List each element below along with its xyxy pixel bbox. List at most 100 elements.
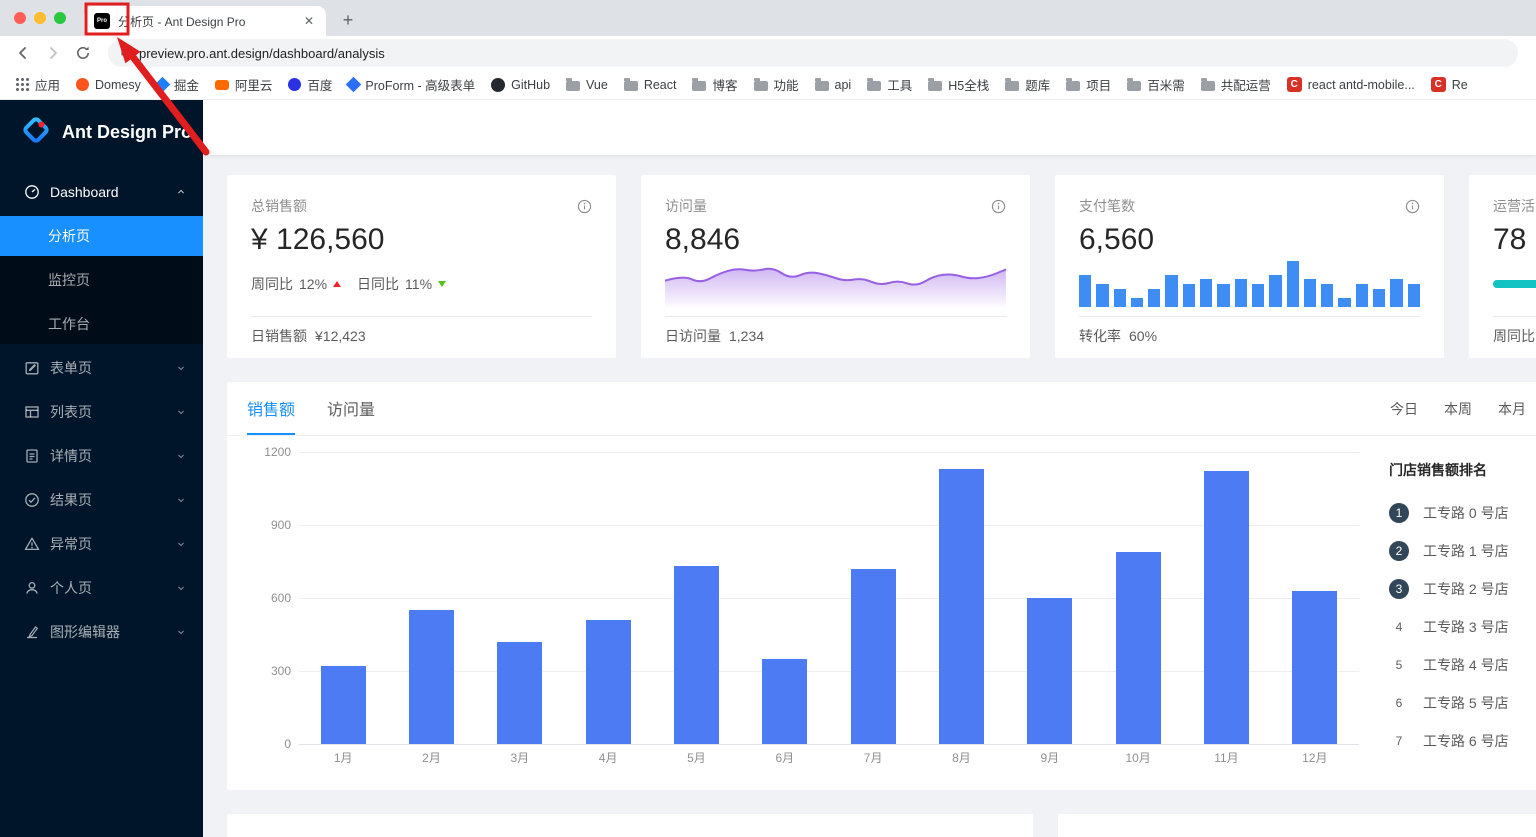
bookmark-item[interactable]: H5全栈	[920, 73, 997, 97]
x-tick-label: 6月	[775, 750, 795, 765]
stat-card-visits: 访问量 8,846 日访问量 1,234	[641, 175, 1030, 358]
bookmark-item[interactable]: 应用	[8, 73, 68, 97]
new-tab-button[interactable]: +	[334, 6, 362, 34]
info-icon[interactable]	[577, 199, 592, 214]
reload-button[interactable]	[70, 40, 96, 66]
divider	[665, 316, 1006, 317]
sidebar-item-form[interactable]: 表单页	[0, 348, 203, 388]
sidebar-item-label: 个人页	[50, 580, 92, 596]
tab-sales[interactable]: 销售额	[247, 382, 296, 435]
zoom-window-button[interactable]	[54, 12, 66, 24]
mini-bar	[1269, 274, 1282, 307]
tab-visits[interactable]: 访问量	[327, 382, 375, 435]
bookmark-item[interactable]: React	[616, 73, 685, 97]
dashboard-icon	[24, 184, 40, 200]
bookmark-item[interactable]: 题库	[997, 73, 1058, 97]
store-name: 工专路 2 号店	[1423, 581, 1509, 597]
bar	[1115, 551, 1161, 744]
store-name: 工专路 6 号店	[1423, 733, 1509, 749]
sidebar-item-analysis[interactable]: 分析页	[0, 216, 203, 256]
app-logo[interactable]: Ant Design Pro	[0, 100, 203, 164]
browser-tab[interactable]: Pro 分析页 - Ant Design Pro ✕	[84, 6, 326, 36]
back-button[interactable]	[10, 40, 36, 66]
bookmark-item[interactable]: 掘金	[149, 73, 207, 97]
bar	[585, 619, 631, 744]
bookmark-item[interactable]: Creact antd-mobile...	[1279, 73, 1423, 97]
bookmark-item[interactable]: Domesy	[68, 73, 149, 97]
info-icon[interactable]	[991, 199, 1006, 214]
close-window-button[interactable]	[14, 12, 26, 24]
sidebar-item-result[interactable]: 结果页	[0, 480, 203, 520]
bar	[673, 566, 719, 744]
divider	[1079, 316, 1420, 317]
url-bar[interactable]: preview.pro.ant.design/dashboard/analysi…	[108, 39, 1518, 67]
bookmark-item[interactable]: GitHub	[483, 73, 558, 97]
chevron-down-icon	[175, 582, 187, 594]
sidebar-item-profile[interactable]: 详情页	[0, 436, 203, 476]
chevron-down-icon	[175, 626, 187, 638]
bookmark-item[interactable]: 共配运营	[1193, 73, 1279, 97]
mini-bar	[1373, 288, 1386, 307]
bookmark-item[interactable]: 百米需	[1119, 73, 1193, 97]
sales-card-body: 0 300 600 900 1200 1月 2月 3月 4月 5月 6月 7月 8月 9月 10月 11月 1…	[227, 436, 1536, 790]
stat-card-value: ¥ 126,560	[251, 223, 385, 256]
x-tick-label: 7月	[863, 750, 883, 765]
bookmark-label: H5全栈	[948, 79, 990, 93]
bar-slot	[476, 452, 564, 744]
range-today[interactable]: 今日	[1390, 399, 1418, 419]
y-tick-label: 600	[270, 591, 291, 605]
sidebar-item-list[interactable]: 列表页	[0, 392, 203, 432]
folder-icon	[1200, 77, 1215, 91]
mini-bar	[1113, 288, 1126, 307]
sidebar-item-monitor[interactable]: 监控页	[0, 260, 203, 300]
bookmark-item[interactable]: 工具	[859, 73, 920, 97]
list-item: 3 工专路 2 号店	[1389, 570, 1536, 608]
bookmark-label: 掘金	[173, 79, 199, 93]
bookmark-item[interactable]: 博客	[684, 73, 745, 97]
folder-icon	[1005, 77, 1020, 91]
stat-card-footer: 日访问量 1,234	[665, 328, 765, 344]
list-item: 2 工专路 1 号店	[1389, 532, 1536, 570]
plot-wrap: 1月 2月 3月 4月 5月 6月 7月 8月 9月 10月 11月 12月	[299, 452, 1359, 770]
partial-card-left	[227, 814, 1033, 837]
main-area: 总销售额 ¥ 126,560 周同比 12% 日同比 11% 日销售额 ¥12,423 访问量 8…	[203, 100, 1536, 837]
stat-card-chart	[1493, 261, 1536, 307]
minimize-window-button[interactable]	[34, 12, 46, 24]
info-icon[interactable]	[1405, 199, 1420, 214]
x-tick-label: 9月	[1040, 750, 1060, 765]
bookmark-item[interactable]: 功能	[746, 73, 807, 97]
stat-card-ops: 运营活 78 周同比	[1469, 175, 1536, 358]
range-week[interactable]: 本周	[1444, 399, 1472, 419]
store-name: 工专路 4 号店	[1423, 657, 1509, 673]
range-month[interactable]: 本月	[1498, 399, 1526, 419]
folder-icon	[623, 77, 638, 91]
bar	[850, 568, 896, 744]
bookmark-item[interactable]: 项目	[1058, 73, 1119, 97]
bookmark-item[interactable]: Vue	[558, 73, 616, 97]
ranking-title: 门店销售额排名	[1389, 462, 1487, 478]
bookmark-item[interactable]: C Re	[1423, 73, 1476, 97]
stat-card-chart: 周同比 12% 日同比 11%	[251, 261, 592, 307]
sidebar-item-dashboard[interactable]: Dashboard	[0, 172, 203, 212]
tab-close-icon[interactable]: ✕	[300, 14, 318, 28]
folder-icon	[1127, 77, 1142, 91]
folder-icon	[753, 77, 768, 91]
bookmark-item[interactable]: ProForm - 高级表单	[340, 73, 483, 97]
sidebar-item-workplace[interactable]: 工作台	[0, 304, 203, 344]
x-tick-label: 5月	[687, 750, 706, 765]
bookmark-item[interactable]: 百度	[280, 73, 340, 97]
bar-slot	[652, 452, 740, 744]
bar-slot	[1094, 452, 1182, 744]
store-name: 工专路 1 号店	[1423, 543, 1509, 559]
mini-bar	[1130, 297, 1144, 307]
folder-icon	[928, 77, 943, 91]
mini-bar	[1390, 279, 1403, 307]
stat-card-footer: 转化率 60%	[1079, 328, 1158, 344]
bookmark-item[interactable]: api	[807, 73, 860, 97]
bookmark-item[interactable]: 阿里云	[207, 73, 281, 97]
sidebar-item-account[interactable]: 个人页	[0, 568, 203, 608]
forward-button[interactable]	[40, 40, 66, 66]
sidebar-item-exception[interactable]: 异常页	[0, 524, 203, 564]
sidebar-item-editor[interactable]: 图形编辑器	[0, 612, 203, 652]
mini-bar	[1096, 284, 1109, 307]
